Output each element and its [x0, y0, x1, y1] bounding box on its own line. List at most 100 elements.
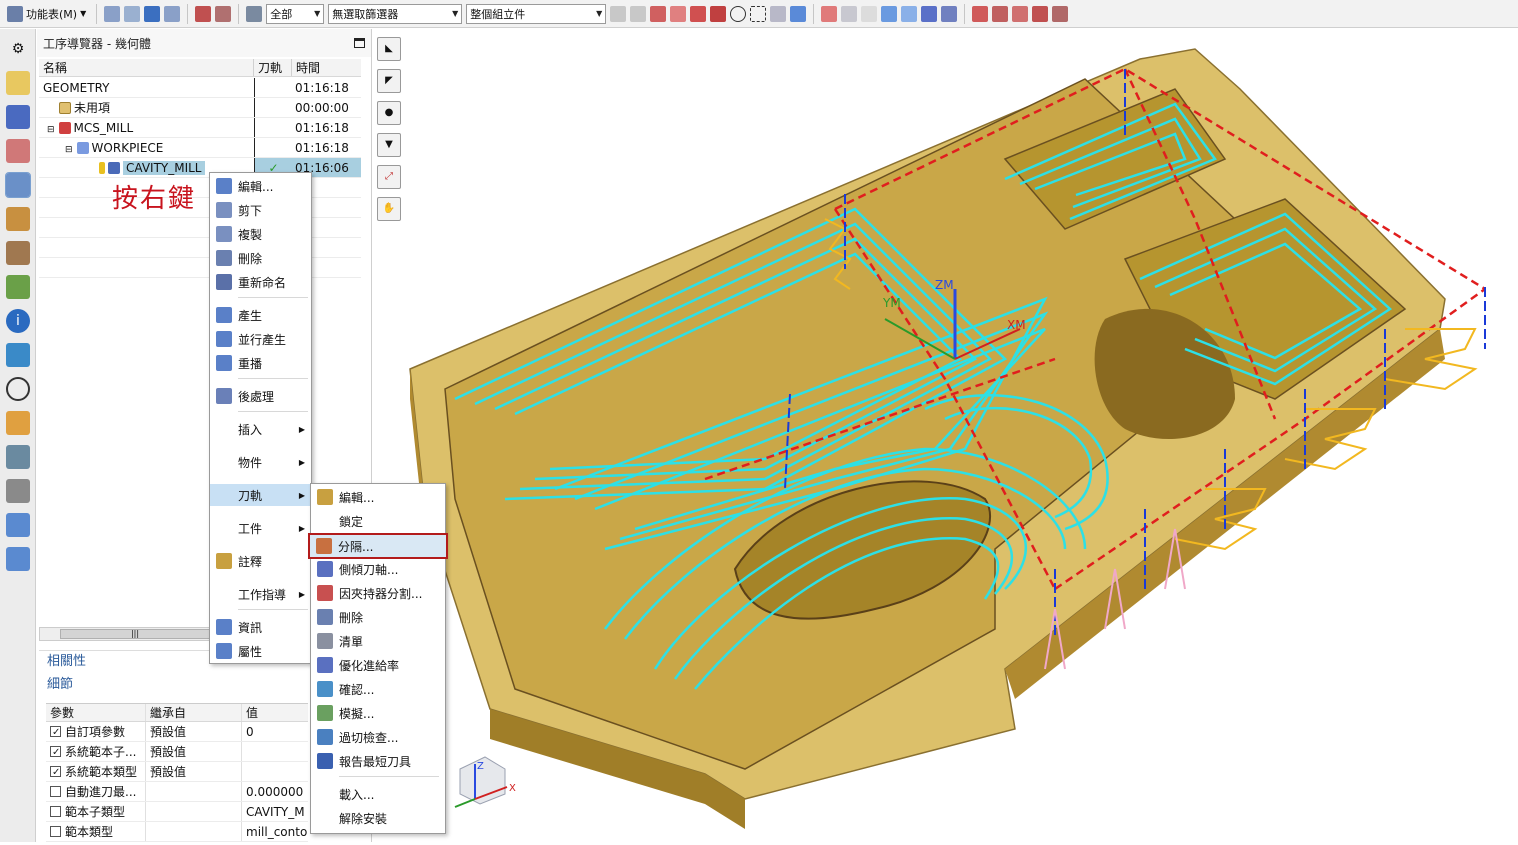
checkbox[interactable] — [50, 763, 61, 781]
checkbox[interactable] — [50, 743, 61, 761]
program-order-view-icon[interactable] — [104, 5, 121, 22]
geometry-view-icon[interactable] — [144, 5, 161, 22]
part-navigator-icon[interactable] — [6, 139, 30, 163]
menu-item-insert[interactable]: 插入 ▶ — [210, 418, 311, 440]
robot-icon[interactable] — [6, 479, 30, 503]
menu-item-information[interactable]: 資訊 — [210, 616, 311, 638]
machine-tool-view-icon[interactable] — [124, 5, 141, 22]
menu-item-work-instruction[interactable]: 工作指導 ▶ — [210, 583, 311, 605]
view-iso-icon[interactable] — [881, 5, 898, 22]
selection-filter-select[interactable]: 無選取篩選器 ▼ — [328, 3, 463, 24]
constraint-navigator-icon[interactable] — [6, 105, 30, 129]
wcs-display-icon[interactable] — [1052, 5, 1069, 22]
menu-item-delete[interactable]: 刪除 — [210, 247, 311, 269]
method-view-icon[interactable] — [164, 5, 181, 22]
shaded-icon[interactable] — [770, 5, 787, 22]
menu-item-cut[interactable]: 剪下 — [210, 199, 311, 221]
submenu-item-tilt-axis[interactable]: 側傾刀軸... — [311, 558, 445, 580]
view-orient-icon[interactable] — [941, 5, 958, 22]
menu-item-copy[interactable]: 複製 — [210, 223, 311, 245]
hole-view-icon[interactable]: ● — [377, 101, 401, 125]
menu-button[interactable]: 功能表(M) ▼ — [4, 3, 89, 25]
info-icon[interactable]: i — [6, 309, 30, 333]
submenu-item-list[interactable]: 清單 — [311, 630, 445, 652]
generate-toolpath-icon[interactable] — [195, 5, 212, 22]
tree-row-geometry[interactable]: GEOMETRY 01:16:18 — [39, 78, 361, 98]
table-row[interactable]: 自動進刀最... 0.000000 — [46, 782, 308, 802]
menu-item-edit[interactable]: 編輯... — [210, 175, 311, 197]
submenu-item-unload[interactable]: 解除安裝 — [311, 807, 445, 829]
view-wire-icon[interactable] — [841, 5, 858, 22]
submenu-item-holder-split[interactable]: 因夾持器分割... — [311, 582, 445, 604]
checkbox[interactable] — [50, 723, 61, 741]
scrollbar-thumb[interactable]: ||| — [60, 629, 210, 639]
graphics-viewport[interactable]: ZM YM XM Z X — [405, 29, 1518, 842]
menu-item-postprocess[interactable]: 後處理 — [210, 385, 311, 407]
menu-item-annotation[interactable]: 註釋 — [210, 550, 311, 572]
shaded-edges-icon[interactable] — [790, 5, 807, 22]
submenu-item-optimize-feed[interactable]: 優化進給率 — [311, 654, 445, 676]
column-header-toolpath[interactable]: 刀軌 — [254, 59, 292, 76]
tree-row-unused[interactable]: 未用項 00:00:00 — [39, 98, 361, 118]
edge-view-icon[interactable]: ◤ — [377, 69, 401, 93]
collapse-icon[interactable]: ⊟ — [47, 125, 55, 135]
wcs-dynamic-icon[interactable] — [1032, 5, 1049, 22]
menu-item-generate[interactable]: 產生 — [210, 304, 311, 326]
menu-item-workpiece[interactable]: 工件 ▶ — [210, 517, 311, 539]
view-front-icon[interactable] — [821, 5, 838, 22]
view-shaded-icon[interactable] — [901, 5, 918, 22]
tool-view-icon[interactable]: ▼ — [377, 133, 401, 157]
visualization-icon[interactable] — [6, 411, 30, 435]
type-filter-select[interactable]: 全部 ▼ — [266, 3, 325, 24]
table-row[interactable]: 系統範本子... 預設值 — [46, 742, 308, 762]
tree-row-cavity-mill[interactable]: CAVITY_MILL ✓ 01:16:06 — [39, 158, 361, 178]
simulation-icon[interactable] — [6, 445, 30, 469]
hexagon-icon[interactable] — [730, 5, 747, 22]
select-point-icon[interactable] — [650, 5, 667, 22]
table-row[interactable]: 系統範本類型預設值 — [46, 762, 308, 782]
menu-item-properties[interactable]: 屬性 — [210, 640, 311, 662]
menu-item-object[interactable]: 物件 ▶ — [210, 451, 311, 473]
curve-icon[interactable] — [710, 5, 727, 22]
pan-hand-icon[interactable]: ✋ — [377, 197, 401, 221]
tree-row-workpiece[interactable]: ⊟ WORKPIECE 01:16:18 — [39, 138, 361, 158]
web-browser-icon[interactable] — [6, 343, 30, 367]
checkbox[interactable] — [50, 786, 61, 797]
library-icon[interactable] — [6, 275, 30, 299]
new-panel-icon[interactable] — [6, 547, 30, 571]
snap-icon[interactable] — [610, 5, 627, 22]
submenu-item-delete[interactable]: 刪除 — [311, 606, 445, 628]
maximize-icon[interactable] — [354, 38, 365, 48]
view-cube-icon[interactable] — [921, 5, 938, 22]
fit-view-icon[interactable]: ⤢ — [377, 165, 401, 189]
submenu-item-shortest-tool[interactable]: 報告最短刀具 — [311, 750, 445, 772]
column-header-time[interactable]: 時間 — [292, 59, 361, 76]
submenu-item-gouge-check[interactable]: 過切檢查... — [311, 726, 445, 748]
view-hidden-icon[interactable] — [861, 5, 878, 22]
submenu-item-verify[interactable]: 確認... — [311, 678, 445, 700]
submenu-item-load[interactable]: 載入... — [311, 783, 445, 805]
column-header-inherit[interactable]: 繼承自 — [146, 704, 242, 721]
collapse-icon[interactable]: ⊟ — [65, 145, 73, 155]
column-header-name[interactable]: 名稱 — [39, 59, 254, 76]
arc-center-icon[interactable] — [690, 5, 707, 22]
chamfer-view-icon[interactable]: ◣ — [377, 37, 401, 61]
checkbox[interactable] — [50, 826, 61, 837]
menu-item-parallel-generate[interactable]: 並行產生 — [210, 328, 311, 350]
submenu-item-lock[interactable]: 鎖定 — [311, 510, 445, 532]
operation-navigator-icon[interactable] — [5, 172, 31, 198]
submenu-item-edit[interactable]: 編輯... — [311, 486, 445, 508]
menu-item-replay[interactable]: 重播 — [210, 352, 311, 374]
cube-select-icon[interactable] — [670, 5, 687, 22]
reuse-library-icon[interactable] — [6, 207, 30, 231]
layer-icon[interactable] — [246, 5, 263, 22]
table-row[interactable]: 範本子類型 CAVITY_M — [46, 802, 308, 822]
column-header-value[interactable]: 值 — [242, 704, 308, 721]
assembly-navigator-icon[interactable] — [6, 71, 30, 95]
wcs-icon[interactable] — [972, 5, 989, 22]
machine-tool-icon[interactable] — [6, 241, 30, 265]
verify-toolpath-icon[interactable] — [215, 5, 232, 22]
box-select-icon[interactable] — [750, 5, 767, 22]
gear-icon[interactable]: ⚙ — [6, 37, 30, 61]
submenu-item-split[interactable]: 分隔... — [308, 533, 448, 559]
